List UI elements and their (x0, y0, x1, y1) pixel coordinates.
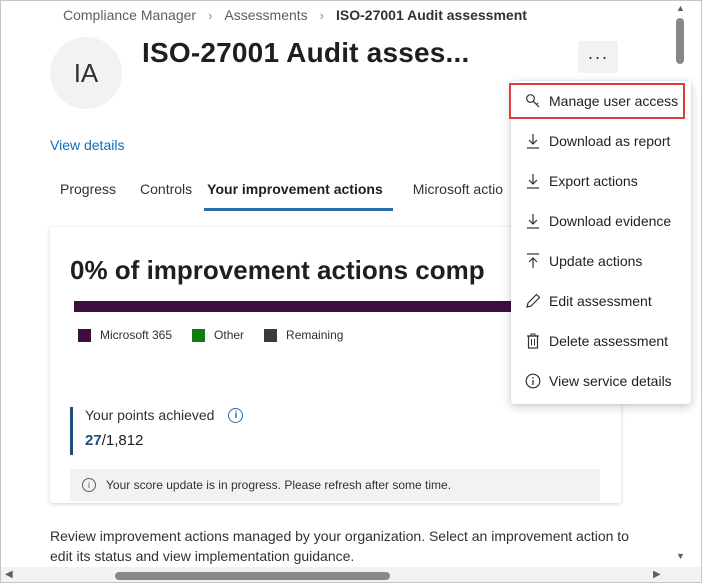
pencil-icon (524, 292, 542, 310)
menu-item-update-actions[interactable]: Update actions (511, 241, 691, 281)
menu-item-manage-user-access[interactable]: Manage user access (509, 83, 685, 119)
card-heading: 0% of improvement actions comp (70, 255, 485, 285)
breadcrumb-separator: › (319, 7, 325, 23)
upload-icon (524, 252, 542, 270)
tab-bar: Progress Controls Your improvement actio… (50, 171, 513, 211)
menu-item-label: Edit assessment (549, 293, 652, 309)
download-evidence-icon (524, 212, 542, 230)
scroll-left-arrow-icon[interactable]: ◀ (5, 569, 13, 580)
score-update-notice: i Your score update is in progress. Plea… (70, 469, 600, 501)
menu-item-label: Export actions (549, 173, 638, 189)
legend-label: Other (214, 328, 245, 342)
legend-label: Microsoft 365 (100, 328, 173, 342)
menu-item-download-evidence[interactable]: Download evidence (511, 201, 691, 241)
info-icon[interactable]: i (228, 407, 244, 423)
breadcrumb-item-compliance-manager[interactable]: Compliance Manager (63, 7, 196, 23)
menu-item-label: Download as report (549, 133, 671, 149)
legend-item-remaining: Remaining (264, 328, 343, 342)
notice-text: Your score update is in progress. Please… (106, 478, 452, 492)
info-icon (524, 372, 542, 390)
horizontal-scrollbar-thumb[interactable] (115, 572, 390, 580)
scroll-up-arrow-icon[interactable]: ▲ (676, 3, 685, 13)
menu-item-download-as-report[interactable]: Download as report (511, 121, 691, 161)
menu-item-label: Update actions (549, 253, 643, 269)
avatar: IA (50, 37, 122, 109)
breadcrumb: Compliance Manager › Assessments › ISO-2… (63, 7, 527, 23)
menu-item-delete-assessment[interactable]: Delete assessment (511, 321, 691, 361)
tab-your-improvement-actions[interactable]: Your improvement actions (204, 171, 393, 211)
points-value: 27/1,812 (85, 432, 243, 449)
info-icon: i (82, 478, 96, 492)
export-icon (524, 172, 542, 190)
vertical-scrollbar-thumb[interactable] (676, 18, 684, 64)
legend: Microsoft 365 Other Remaining (78, 328, 363, 342)
legend-swatch (264, 328, 278, 342)
legend-item-microsoft-365: Microsoft 365 (78, 328, 172, 342)
points-total-value: /1,812 (101, 432, 144, 449)
points-label: Your points achieved (85, 407, 215, 423)
tab-controls[interactable]: Controls (130, 171, 202, 211)
menu-item-view-service-details[interactable]: View service details (511, 361, 691, 401)
app-frame: Compliance Manager › Assessments › ISO-2… (0, 0, 702, 583)
trash-icon (524, 332, 542, 350)
tab-progress[interactable]: Progress (50, 171, 126, 211)
menu-item-export-actions[interactable]: Export actions (511, 161, 691, 201)
scroll-right-arrow-icon[interactable]: ▶ (653, 569, 661, 580)
legend-swatch (78, 328, 91, 342)
menu-item-label: Delete assessment (549, 333, 669, 349)
page-title: ISO-27001 Audit asses... (142, 37, 470, 68)
breadcrumb-item-assessments[interactable]: Assessments (224, 7, 307, 23)
key-icon (524, 92, 542, 110)
menu-item-label: Download evidence (549, 213, 672, 229)
more-options-menu: Manage user access Download as report Ex… (509, 81, 691, 404)
breadcrumb-current: ISO-27001 Audit assessment (336, 7, 527, 23)
points-achieved-value: 27 (85, 432, 102, 449)
more-options-button[interactable]: ··· (578, 41, 618, 73)
view-details-link[interactable]: View details (50, 137, 124, 153)
description-text: Review improvement actions managed by yo… (50, 528, 629, 564)
menu-item-edit-assessment[interactable]: Edit assessment (511, 281, 691, 321)
download-icon (524, 132, 542, 150)
legend-label: Remaining (286, 328, 344, 342)
menu-item-label: View service details (549, 373, 672, 389)
breadcrumb-separator: › (208, 7, 213, 23)
points-label-row: Your points achieved i (85, 407, 244, 423)
points-achieved: Your points achieved i 27/1,812 (70, 407, 244, 455)
legend-item-other: Other (192, 328, 244, 342)
tab-microsoft-actions[interactable]: Microsoft actio (403, 171, 513, 211)
menu-item-label: Manage user access (549, 93, 679, 109)
legend-swatch (192, 328, 206, 342)
scroll-down-arrow-icon[interactable]: ▼ (676, 551, 685, 561)
